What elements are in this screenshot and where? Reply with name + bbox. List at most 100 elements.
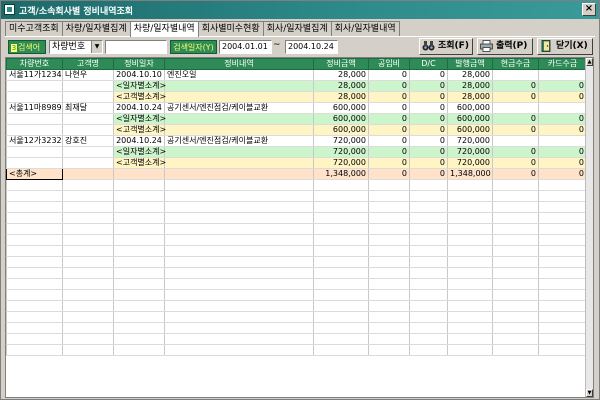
- empty-cell[interactable]: [447, 179, 493, 191]
- empty-cell[interactable]: [492, 333, 539, 345]
- cell-issued-amount[interactable]: 600,000: [447, 102, 493, 114]
- empty-cell[interactable]: [409, 289, 448, 301]
- cell-customer[interactable]: [62, 113, 114, 125]
- empty-cell[interactable]: [409, 267, 448, 279]
- empty-cell[interactable]: [6, 234, 63, 246]
- cell-service-date[interactable]: 2004.10.10: [113, 69, 165, 81]
- cell-issued-amount[interactable]: 720,000: [447, 135, 493, 147]
- cell-card[interactable]: 0: [538, 80, 587, 92]
- empty-row[interactable]: [6, 311, 587, 323]
- empty-cell[interactable]: [368, 289, 410, 301]
- empty-cell[interactable]: [409, 190, 448, 202]
- empty-cell[interactable]: [313, 245, 369, 257]
- empty-cell[interactable]: [6, 190, 63, 202]
- cell-service-detail[interactable]: [164, 80, 314, 92]
- cell-card[interactable]: [538, 135, 587, 147]
- empty-cell[interactable]: [538, 201, 587, 213]
- empty-cell[interactable]: [6, 256, 63, 268]
- cell-service-detail[interactable]: 엔진오일: [164, 69, 314, 81]
- empty-cell[interactable]: [492, 278, 539, 290]
- cell-cash[interactable]: 0: [492, 80, 539, 92]
- empty-cell[interactable]: [538, 322, 587, 334]
- cell-cash[interactable]: 0: [492, 113, 539, 125]
- empty-row[interactable]: [6, 190, 587, 202]
- cell-service-detail[interactable]: [164, 157, 314, 169]
- cell-service-date[interactable]: <일자별소계>: [113, 146, 166, 158]
- empty-cell[interactable]: [447, 256, 493, 268]
- table-row[interactable]: 서울11마8989 최재달 2004.10.24 공기센서/엔진점검/케이블교환 600…: [6, 102, 587, 114]
- empty-cell[interactable]: [62, 267, 114, 279]
- empty-cell[interactable]: [538, 267, 587, 279]
- cell-service-amount[interactable]: 28,000: [313, 80, 369, 92]
- tab-vehicle-date-detail[interactable]: 차량/일자별내역: [129, 21, 199, 37]
- cell-service-date[interactable]: 2004.10.24: [113, 102, 165, 114]
- date-from-field[interactable]: 2004.01.01: [219, 40, 272, 54]
- empty-row[interactable]: [6, 344, 587, 356]
- cell-discount[interactable]: 0: [409, 157, 448, 169]
- empty-cell[interactable]: [409, 256, 448, 268]
- cell-service-date[interactable]: <일자별소계>: [113, 80, 166, 92]
- col-header-card[interactable]: 카드수금: [538, 58, 587, 70]
- empty-cell[interactable]: [492, 234, 539, 246]
- cell-service-detail[interactable]: [164, 91, 314, 103]
- empty-cell[interactable]: [409, 245, 448, 257]
- empty-cell[interactable]: [62, 333, 114, 345]
- empty-cell[interactable]: [6, 289, 63, 301]
- empty-cell[interactable]: [368, 344, 410, 356]
- empty-cell[interactable]: [492, 245, 539, 257]
- cell-vehicle-no[interactable]: [6, 80, 63, 92]
- empty-cell[interactable]: [164, 278, 314, 290]
- empty-cell[interactable]: [492, 267, 539, 279]
- empty-cell[interactable]: [62, 245, 114, 257]
- cell-card[interactable]: 0: [538, 91, 587, 103]
- cell-labor[interactable]: 0: [368, 168, 410, 180]
- empty-cell[interactable]: [6, 223, 63, 235]
- empty-cell[interactable]: [113, 333, 165, 345]
- col-header-vehicle-no[interactable]: 차량번호: [6, 58, 63, 70]
- empty-cell[interactable]: [113, 212, 165, 224]
- date-to-field[interactable]: 2004.10.24: [285, 40, 338, 54]
- empty-cell[interactable]: [164, 179, 314, 191]
- empty-cell[interactable]: [368, 333, 410, 345]
- cell-service-amount[interactable]: 28,000: [313, 69, 369, 81]
- window-close-button[interactable]: ×: [582, 3, 596, 16]
- cell-discount[interactable]: 0: [409, 124, 448, 136]
- empty-cell[interactable]: [164, 201, 314, 213]
- cell-customer[interactable]: [62, 146, 114, 158]
- empty-cell[interactable]: [62, 344, 114, 356]
- empty-cell[interactable]: [492, 179, 539, 191]
- empty-cell[interactable]: [368, 212, 410, 224]
- empty-cell[interactable]: [62, 278, 114, 290]
- cell-vehicle-no[interactable]: 서울12가3232: [6, 135, 63, 147]
- cell-service-detail[interactable]: 공기센서/엔진점검/케이블교환: [164, 102, 314, 114]
- tab-company-date-summary[interactable]: 회사/일자별집계: [262, 21, 332, 36]
- empty-cell[interactable]: [447, 311, 493, 323]
- empty-cell[interactable]: [113, 267, 165, 279]
- empty-cell[interactable]: [492, 311, 539, 323]
- empty-cell[interactable]: [113, 300, 165, 312]
- empty-cell[interactable]: [492, 322, 539, 334]
- cell-service-date[interactable]: <고객별소계>: [113, 91, 166, 103]
- empty-cell[interactable]: [447, 267, 493, 279]
- col-header-customer[interactable]: 고객명: [62, 58, 114, 70]
- col-header-service-date[interactable]: 정비일자: [113, 58, 165, 70]
- cell-card[interactable]: 0: [538, 168, 587, 180]
- empty-cell[interactable]: [313, 267, 369, 279]
- cell-customer[interactable]: [62, 157, 114, 169]
- empty-cell[interactable]: [409, 344, 448, 356]
- empty-cell[interactable]: [447, 322, 493, 334]
- empty-cell[interactable]: [409, 201, 448, 213]
- day-subtotal-row[interactable]: <일자별소계> 28,000 0 0 28,000 0 0: [6, 80, 587, 92]
- empty-cell[interactable]: [368, 267, 410, 279]
- cell-service-date[interactable]: <고객별소계>: [113, 157, 166, 169]
- cell-cash[interactable]: 0: [492, 124, 539, 136]
- empty-cell[interactable]: [164, 256, 314, 268]
- col-header-issued-amount[interactable]: 발행금액: [447, 58, 493, 70]
- empty-cell[interactable]: [368, 322, 410, 334]
- cell-service-date[interactable]: [113, 168, 165, 180]
- empty-cell[interactable]: [113, 223, 165, 235]
- empty-cell[interactable]: [6, 267, 63, 279]
- cell-cash[interactable]: [492, 102, 539, 114]
- empty-row[interactable]: [6, 300, 587, 312]
- search-type-select[interactable]: 차량번호 ▼: [49, 40, 103, 54]
